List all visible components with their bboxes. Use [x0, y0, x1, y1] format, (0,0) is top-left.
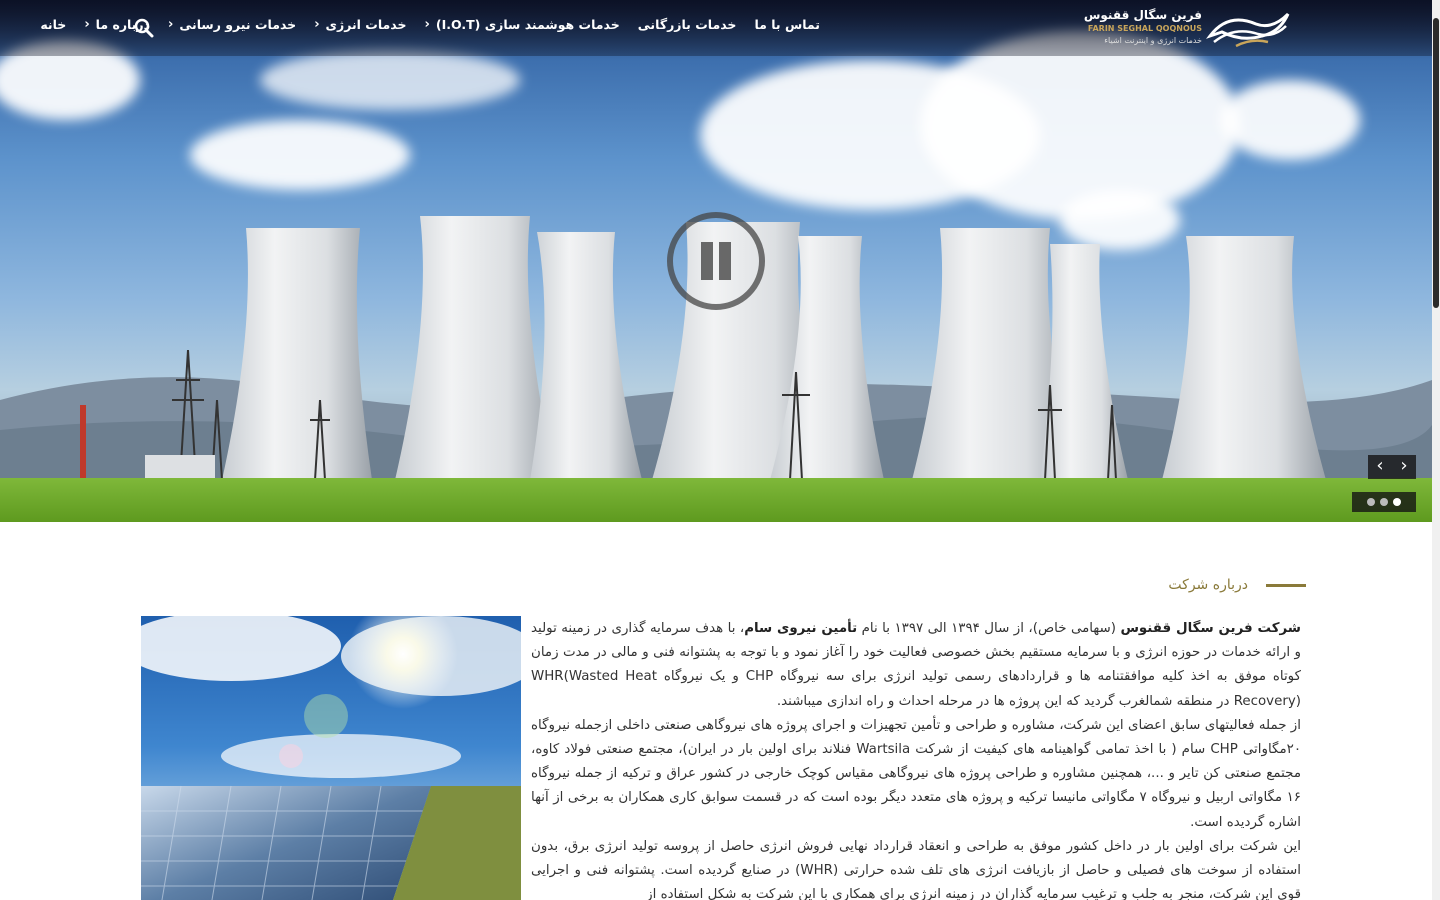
grass-field [0, 478, 1432, 522]
pause-button[interactable] [667, 212, 765, 310]
nav-home[interactable]: خانه [40, 17, 66, 32]
logo[interactable]: فرین سگال ققنوس FARIN SEGHAL QOQNOUS خدم… [1084, 6, 1292, 50]
nav-energy-services[interactable]: خدمات انرژی ‹ [314, 17, 406, 32]
title-divider [1266, 583, 1306, 587]
slider-dots [1352, 492, 1416, 512]
logo-name-en: FARIN SEGHAL QOQNOUS [1087, 24, 1202, 33]
slider-dot[interactable] [1367, 498, 1375, 506]
search-icon[interactable] [134, 18, 154, 38]
section-heading: درباره شرکت [1168, 577, 1248, 593]
slider-next-button[interactable]: › [1392, 455, 1416, 479]
about-text: شرکت فرین سگال ققنوس (سهامی خاص)، از سال… [531, 617, 1301, 900]
solar-panels-image [141, 616, 521, 900]
nav-commercial-services[interactable]: خدمات بازرگانی [638, 17, 737, 32]
main-nav: خانه درباره ما ‹ خدمات نیرو رسانی ‹ خدمات … [40, 17, 820, 32]
nav-contact[interactable]: تماس با ما [754, 17, 820, 32]
chevron-left-icon: ‹ [424, 17, 430, 32]
slider-dot-active[interactable] [1393, 498, 1401, 506]
slider-prev-button[interactable]: ‹ [1368, 455, 1392, 479]
scrollbar-thumb[interactable] [1433, 18, 1439, 308]
logo-tagline: خدمات انرژی و اینترنت اشیاء [1104, 36, 1202, 45]
slider-arrows: ‹ › [1368, 455, 1416, 479]
about-paragraph-2: از جمله فعالیتهای سابق اعضای این شرکت، م… [531, 717, 1302, 830]
about-section-title: درباره شرکت [1168, 577, 1306, 593]
hero-slider: فرین سگال ققنوس FARIN SEGHAL QOQNOUS خدم… [0, 0, 1432, 522]
logo-name: فرین سگال ققنوس [1083, 8, 1202, 22]
slider-dot[interactable] [1380, 498, 1388, 506]
about-paragraph-1: شرکت فرین سگال ققنوس (سهامی خاص)، از سال… [531, 621, 1301, 709]
nav-iot-services[interactable]: خدمات هوشمند سازی (I.O.T) ‹ [425, 17, 620, 32]
nav-power-services[interactable]: خدمات نیرو رسانی ‹ [168, 17, 296, 32]
page-scrollbar[interactable] [1432, 0, 1440, 900]
chevron-left-icon: ‹ [314, 17, 320, 32]
phoenix-logo-icon [1206, 12, 1290, 48]
about-paragraph-3: این شرکت برای اولین بار در داخل کشور موف… [531, 838, 1302, 900]
pause-icon [701, 242, 713, 280]
chevron-left-icon: ‹ [84, 17, 90, 32]
chevron-left-icon: ‹ [168, 17, 174, 32]
